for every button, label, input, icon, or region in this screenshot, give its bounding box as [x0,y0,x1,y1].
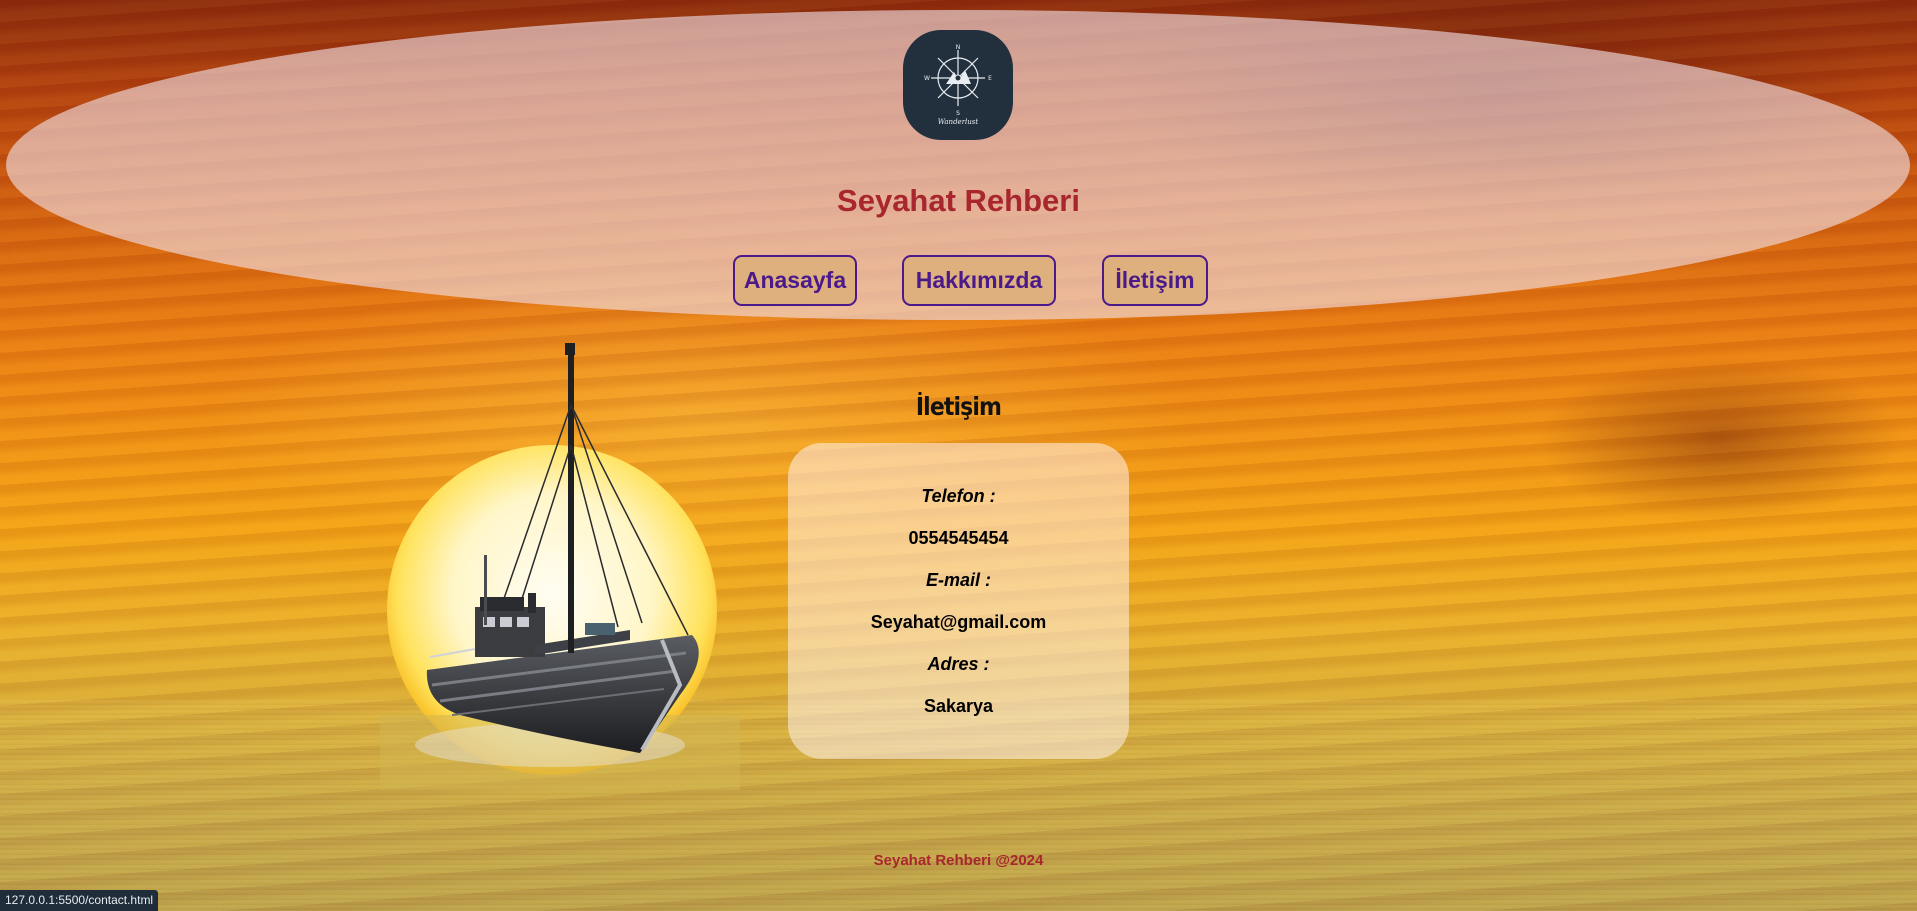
address-value: Sakarya [923,696,994,716]
address-label: Adres : [927,654,990,674]
contact-card: Telefon : 0554545454 E-mail : Seyahat@gm… [788,443,1129,759]
contact-page-title: İletişim [915,392,1002,421]
email-value: Seyahat@gmail.com [870,612,1047,632]
svg-text:N: N [956,44,961,51]
svg-text:S: S [956,110,960,117]
nav-contact-button[interactable]: İletişim [1102,255,1208,306]
svg-text:E: E [988,75,992,82]
compass-logo-icon: N S W E Wanderlust [924,44,992,126]
phone-label: Telefon : [921,486,996,506]
nav-about-button[interactable]: Hakkımızda [902,255,1056,306]
site-title: Seyahat Rehberi [837,183,1080,218]
browser-status-url: 127.0.0.1:5500/contact.html [0,890,159,911]
nav-home-button[interactable]: Anasayfa [733,255,857,306]
footer-copyright: Seyahat Rehberi @2024 [873,852,1044,869]
email-label: E-mail : [925,570,991,590]
phone-value: 0554545454 [908,528,1009,548]
svg-text:Wanderlust: Wanderlust [938,118,979,126]
site-logo[interactable]: N S W E Wanderlust [903,30,1013,140]
svg-text:W: W [924,75,930,82]
